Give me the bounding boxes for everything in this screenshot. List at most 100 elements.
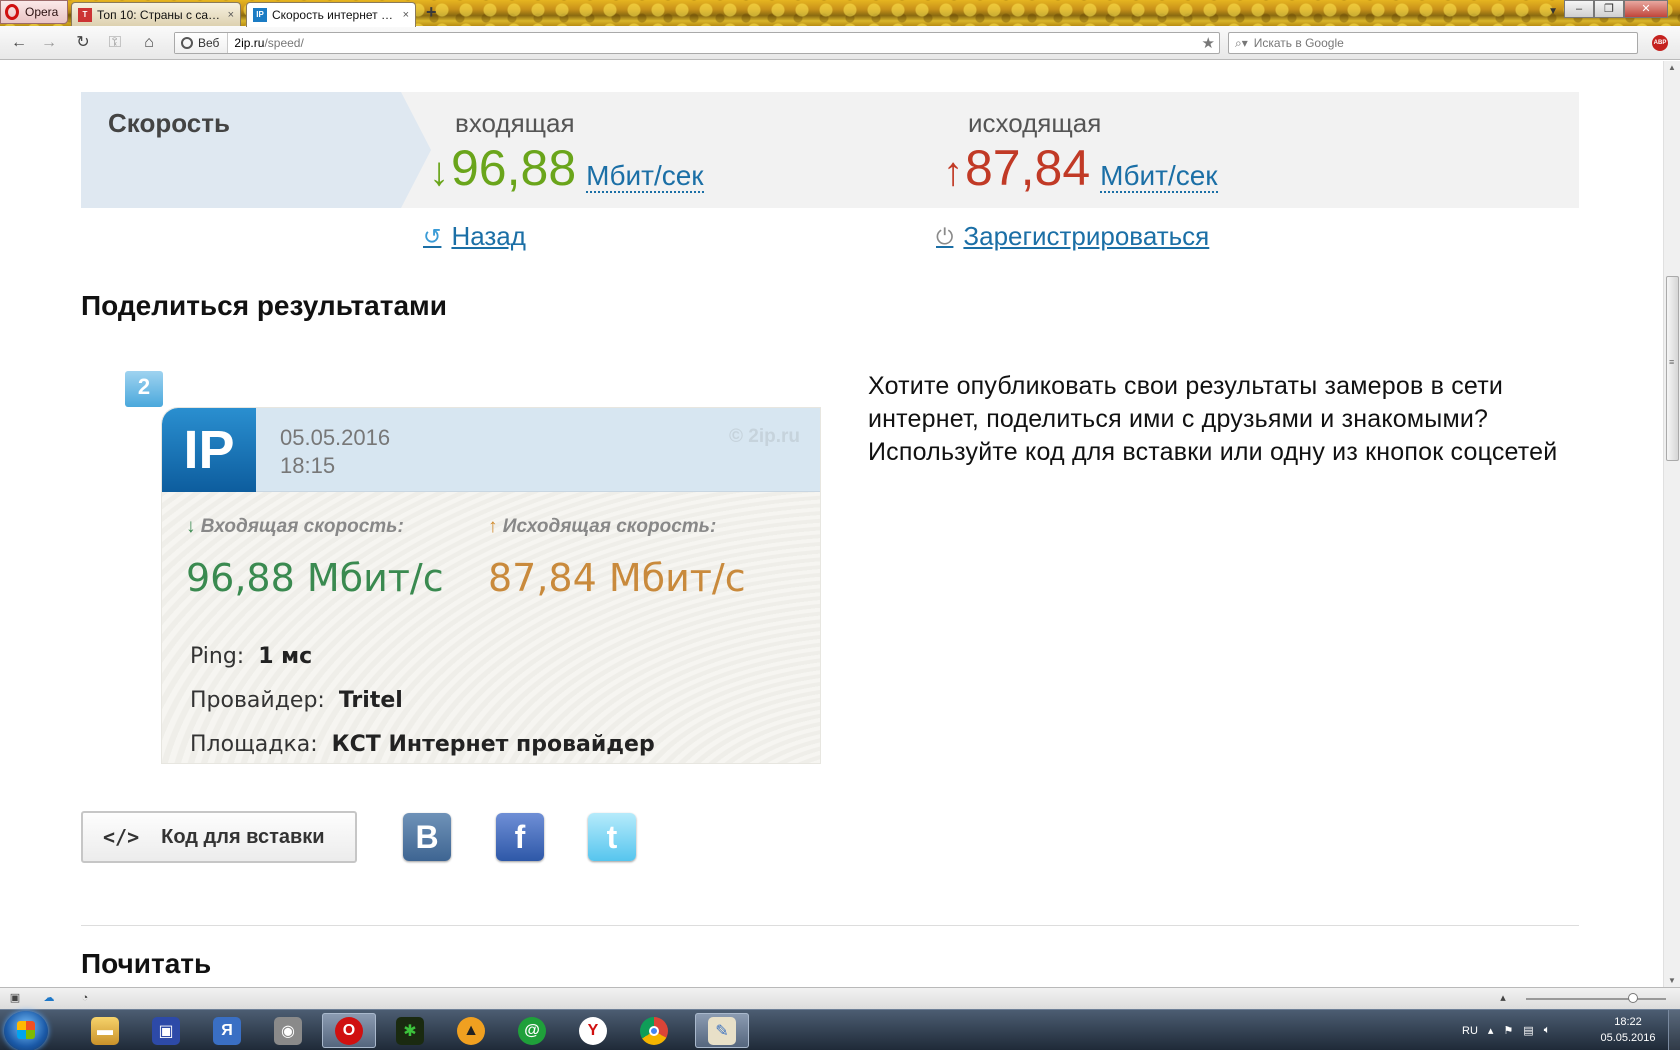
card-up-arrow-icon: ↑ (488, 516, 498, 537)
tab-close-icon[interactable]: × (228, 9, 234, 21)
taskbar-paint[interactable]: ✎ (695, 1013, 749, 1048)
url-path: /speed/ (264, 36, 304, 50)
card-time: 18:15 (280, 453, 336, 478)
cloud-icon[interactable]: ☁ (42, 991, 56, 1005)
card-datetime: 05.05.2016 18:15 (280, 424, 390, 480)
card-outgoing-value: 87,84 Мбит/с (488, 556, 746, 600)
forward-arrow-icon[interactable]: → (38, 33, 60, 53)
speed-panel: Скорость входящая ↓96,88 Мбит/сек исходящ… (81, 92, 1579, 208)
new-tab-button[interactable]: + (426, 3, 442, 21)
zoom-knob[interactable] (1628, 993, 1638, 1003)
aimp-icon: ▲ (457, 1016, 485, 1045)
facebook-share-button[interactable]: f (496, 813, 544, 861)
start-button[interactable] (4, 1011, 48, 1050)
system-tray: RU ▴ ⚑ ▤ 🔈︎ (1462, 1010, 1550, 1050)
restore-button[interactable]: ❐ (1594, 0, 1624, 18)
key-icon[interactable]: ⚿ (104, 33, 126, 53)
url-text[interactable]: 2ip.ru/speed/ (228, 36, 303, 50)
vertical-scrollbar[interactable]: ▲ ▼ (1663, 61, 1680, 987)
flag-icon[interactable]: ⚑ (1503, 1024, 1513, 1037)
tab-list-chevron-icon[interactable]: ▼ (1548, 6, 1558, 17)
folder-icon: ▬ (91, 1016, 119, 1045)
page-viewport: Скорость входящая ↓96,88 Мбит/сек исходящ… (0, 61, 1663, 987)
windows-logo-icon (17, 1021, 35, 1039)
taskbar-explorer[interactable]: ▬ (78, 1013, 132, 1048)
vk-share-button[interactable]: B (403, 813, 451, 861)
tab-close-icon[interactable]: × (403, 9, 409, 21)
register-link[interactable]: ⏻ Зарегистрироваться (936, 221, 1209, 252)
search-icon: ⌕▾ (1235, 35, 1248, 50)
bookmark-star-icon[interactable]: ★ (1202, 34, 1215, 52)
zoom-arrow-icon[interactable]: ▴ (1496, 991, 1510, 1005)
outgoing-unit-link[interactable]: Мбит/сек (1100, 161, 1218, 193)
twitter-share-button[interactable]: t (588, 813, 636, 861)
volume-icon[interactable]: 🔈︎ (1544, 1024, 1551, 1037)
taskbar-speaker-app[interactable]: ◉ (261, 1013, 315, 1048)
tab-title: Скорость интернет со... (272, 8, 396, 22)
ping-label: Ping: (190, 644, 245, 669)
provider-label: Провайдер: (190, 688, 325, 713)
taskbar-yandex-app[interactable]: Я (200, 1013, 254, 1048)
opera-menu-button[interactable]: Opera (0, 0, 68, 24)
share-description: Хотите опубликовать свои результаты заме… (868, 372, 1558, 466)
embed-code-button[interactable]: </> Код для вставки (81, 811, 357, 863)
back-link[interactable]: ↺ Назад (423, 221, 526, 252)
taskbar-opera[interactable]: O (322, 1013, 376, 1048)
opera-icon: O (335, 1016, 363, 1045)
card-incoming-label-text: Входящая скорость: (200, 516, 404, 537)
card-incoming-value: 96,88 Мбит/с (186, 556, 444, 600)
tab-top10[interactable]: T Топ 10: Страны с сам... × (71, 2, 241, 26)
opera-logo-icon (5, 4, 19, 20)
network-icon[interactable]: ▤ (1523, 1024, 1533, 1037)
register-link-label: Зарегистрироваться (963, 221, 1210, 251)
site-info-badge[interactable]: Веб (175, 33, 229, 53)
search-field[interactable]: ⌕▾ Искать в Google (1228, 32, 1638, 54)
paint-palette-icon: ✎ (708, 1016, 736, 1045)
taskbar-aimp[interactable]: ▲ (444, 1013, 498, 1048)
taskbar-chrome[interactable] (627, 1013, 681, 1048)
home-icon[interactable]: ⌂ (138, 33, 160, 53)
clock-date: 05.05.2016 (1600, 1032, 1656, 1044)
incoming-speed-value: 96,88 (451, 140, 577, 196)
favicon-2ip-icon: IP (253, 8, 267, 22)
close-window-button[interactable]: ✕ (1624, 0, 1668, 18)
result-card: IP 05.05.2016 18:15 © 2ip.ru ↓ Входящая … (162, 408, 820, 763)
tab-title: Топ 10: Страны с сам... (97, 7, 221, 22)
minimize-button[interactable]: – (1564, 0, 1594, 18)
outgoing-label: исходящая (968, 108, 1102, 138)
reload-icon[interactable]: ↻ (72, 33, 94, 53)
back-arrow-icon[interactable]: ← (8, 33, 30, 53)
at-sign-icon: @ (518, 1016, 546, 1045)
share-heading: Поделиться результатами (81, 290, 447, 321)
language-indicator[interactable]: RU (1462, 1025, 1478, 1037)
leaf-icon: ✱ (396, 1016, 424, 1045)
show-desktop-button[interactable] (1668, 1010, 1680, 1050)
opera-menu-label: Opera (25, 5, 59, 19)
taskbar-save-app[interactable]: ▣ (139, 1013, 193, 1048)
tab-speed[interactable]: IP Скорость интернет со... × (246, 2, 416, 27)
panel-toggle-icon[interactable]: ▣ (8, 991, 22, 1005)
speed-dial-icon[interactable]: ◔ (78, 991, 92, 1005)
card-ping-row: Ping: 1 мс (190, 644, 312, 669)
scroll-thumb[interactable] (1666, 276, 1679, 461)
address-bar[interactable]: Веб 2ip.ru/speed/ ★ (174, 32, 1220, 54)
adblock-icon[interactable]: ABP (1652, 35, 1668, 51)
incoming-speed: ↓96,88 Мбит/сек (429, 138, 704, 202)
taskbar-mailru-agent[interactable]: @ (505, 1013, 559, 1048)
scroll-up-icon[interactable]: ▲ (1668, 63, 1676, 72)
embed-code-label: Код для вставки (161, 825, 325, 848)
zoom-slider[interactable] (1526, 993, 1666, 1003)
scroll-down-icon[interactable]: ▼ (1668, 976, 1676, 985)
taskbar-leaf-app[interactable]: ✱ (383, 1013, 437, 1048)
clock[interactable]: 18:22 05.05.2016 (1598, 1014, 1658, 1046)
incoming-unit-link[interactable]: Мбит/сек (586, 161, 704, 193)
card-provider-row: Провайдер: Tritel (190, 688, 403, 713)
provider-value: Tritel (338, 688, 403, 713)
tray-expand-icon[interactable]: ▴ (1488, 1024, 1494, 1037)
navigation-toolbar: ← → ↻ ⚿ ⌂ Веб 2ip.ru/speed/ ★ ⌕▾ Искать … (0, 26, 1680, 60)
plug-icon: ⏻ (936, 223, 954, 249)
card-outgoing-label-text: Исходящая скорость: (502, 516, 717, 537)
site-value: КСТ Интернет провайдер (331, 732, 655, 757)
taskbar-yandex-browser[interactable]: Y (566, 1013, 620, 1048)
status-bar: ▣ ☁ ◔ ▴ (0, 987, 1680, 1009)
